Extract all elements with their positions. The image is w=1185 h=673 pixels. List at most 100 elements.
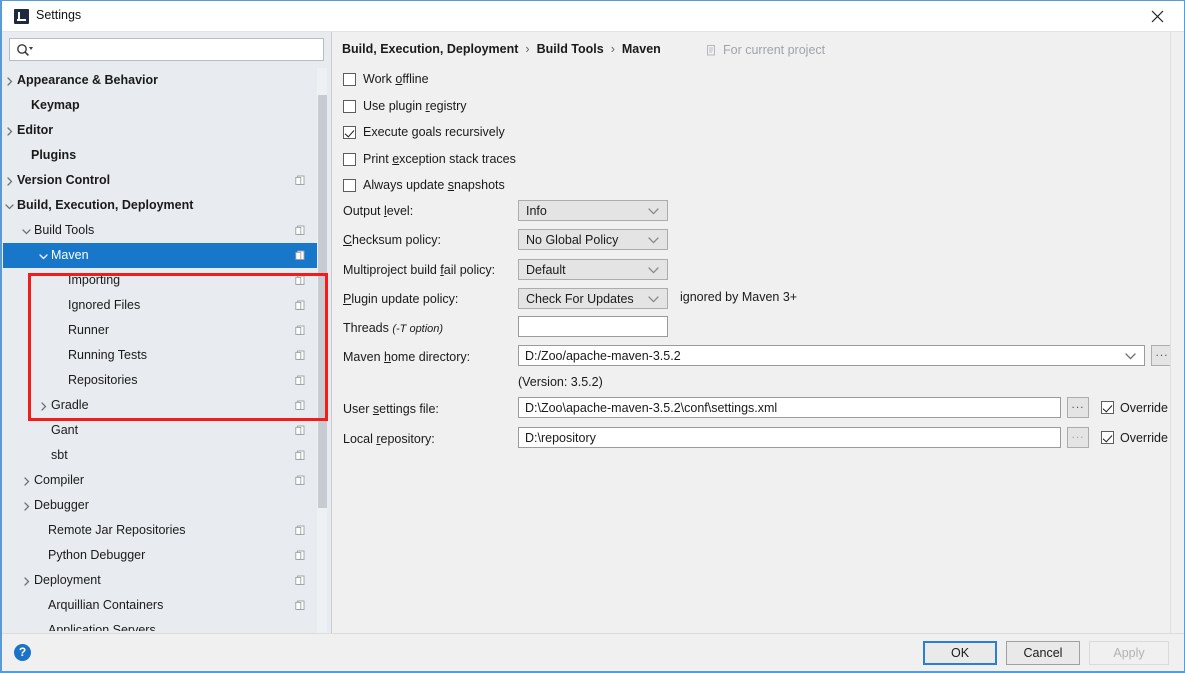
local-repository-label: Local repository: bbox=[343, 432, 435, 446]
browse-dots: ... bbox=[1155, 345, 1169, 359]
chevron-right-icon[interactable] bbox=[39, 402, 48, 411]
sidebar-scrollbar[interactable] bbox=[317, 68, 327, 633]
sidebar-item-build-tools[interactable]: Build Tools bbox=[3, 218, 320, 243]
chevron-down-icon[interactable] bbox=[648, 208, 659, 215]
help-icon[interactable]: ? bbox=[14, 644, 31, 661]
sidebar-item-label: Plugins bbox=[31, 148, 77, 162]
sidebar-item-importing[interactable]: Importing bbox=[3, 268, 320, 293]
browse-dots: ... bbox=[1071, 397, 1085, 411]
combo-note-4: ignored by Maven 3+ bbox=[680, 289, 798, 304]
chevron-down-icon[interactable] bbox=[5, 202, 14, 211]
sidebar-item-appearance-behavior[interactable]: Appearance & Behavior bbox=[3, 68, 320, 93]
sidebar-item-label: Deployment bbox=[34, 573, 101, 587]
sidebar-item-ignored-files[interactable]: Ignored Files bbox=[3, 293, 320, 318]
project-scope-icon bbox=[295, 525, 305, 535]
project-scope-indicator: For current project bbox=[706, 43, 825, 57]
sidebar-item-application-servers[interactable]: Application Servers bbox=[3, 618, 320, 631]
chevron-right-icon[interactable] bbox=[5, 77, 14, 86]
sidebar-item-debugger[interactable]: Debugger bbox=[3, 493, 320, 518]
local-repository-override-checkbox[interactable] bbox=[1101, 431, 1114, 444]
sidebar-item-label: Remote Jar Repositories bbox=[48, 523, 186, 537]
settings-sidebar: Appearance & Behavior Keymap Editor Plugins… bbox=[2, 32, 332, 634]
breadcrumb-item-3[interactable]: Maven bbox=[622, 42, 661, 56]
breadcrumb-separator: › bbox=[525, 42, 530, 56]
sidebar-item-label: Gant bbox=[51, 423, 79, 437]
threads-input[interactable] bbox=[518, 316, 668, 337]
combo-1[interactable]: Info bbox=[518, 200, 668, 221]
breadcrumb-item-2[interactable]: Build Tools bbox=[537, 42, 604, 56]
maven-home-value: D:/Zoo/apache-maven-3.5.2 bbox=[525, 349, 681, 363]
user-settings-input[interactable]: D:\Zoo\apache-maven-3.5.2\conf\settings.… bbox=[518, 397, 1061, 418]
ok-button[interactable]: OK bbox=[923, 641, 997, 665]
search-box[interactable] bbox=[9, 38, 324, 61]
chevron-right-icon[interactable] bbox=[5, 177, 14, 186]
sidebar-item-gradle[interactable]: Gradle bbox=[3, 393, 320, 418]
chevron-down-icon[interactable] bbox=[648, 237, 659, 244]
sidebar-scrollbar-thumb[interactable] bbox=[318, 95, 327, 508]
threads-label: Threads (-T option) bbox=[343, 321, 444, 335]
sidebar-item-running-tests[interactable]: Running Tests bbox=[3, 343, 320, 368]
sidebar-item-build-execution-deployment[interactable]: Build, Execution, Deployment bbox=[3, 193, 320, 218]
combo-value-2: No Global Policy bbox=[526, 233, 619, 248]
chevron-down-icon[interactable] bbox=[1125, 353, 1136, 360]
checkbox-label-2: Use plugin registry bbox=[363, 98, 467, 113]
combo-value-3: Default bbox=[526, 262, 566, 277]
project-scope-icon bbox=[295, 550, 305, 560]
user-settings-browse-button[interactable]: ... bbox=[1067, 397, 1089, 418]
sidebar-item-label: Ignored Files bbox=[68, 298, 141, 312]
sidebar-item-sbt[interactable]: sbt bbox=[3, 443, 320, 468]
sidebar-item-gant[interactable]: Gant bbox=[3, 418, 320, 443]
sidebar-item-arquillian-containers[interactable]: Arquillian Containers bbox=[3, 593, 320, 618]
sidebar-item-label: Runner bbox=[68, 323, 109, 337]
sidebar-item-runner[interactable]: Runner bbox=[3, 318, 320, 343]
sidebar-item-label: Keymap bbox=[31, 98, 80, 112]
checkbox-4[interactable] bbox=[343, 152, 356, 166]
user-settings-label: User settings file: bbox=[343, 402, 439, 416]
sidebar-item-label: Editor bbox=[17, 123, 54, 137]
sidebar-item-editor[interactable]: Editor bbox=[3, 118, 320, 143]
checkbox-5[interactable] bbox=[343, 179, 356, 192]
chevron-right-icon[interactable] bbox=[5, 127, 14, 136]
sidebar-item-version-control[interactable]: Version Control bbox=[3, 168, 320, 193]
sidebar-item-label: Python Debugger bbox=[48, 548, 146, 562]
search-input[interactable] bbox=[40, 41, 320, 58]
checkbox-label-1: Work offline bbox=[363, 72, 429, 86]
project-scope-label: For current project bbox=[723, 43, 826, 57]
sidebar-item-plugins[interactable]: Plugins bbox=[3, 143, 320, 168]
checkbox-3[interactable] bbox=[343, 126, 356, 139]
chevron-right-icon[interactable] bbox=[22, 502, 31, 511]
sidebar-item-python-debugger[interactable]: Python Debugger bbox=[3, 543, 320, 568]
dialog-right-scroll-strip[interactable] bbox=[1170, 32, 1184, 634]
local-repository-override-label: Override bbox=[1120, 431, 1168, 445]
cancel-button[interactable]: Cancel bbox=[1006, 641, 1080, 665]
sidebar-item-keymap[interactable]: Keymap bbox=[3, 93, 320, 118]
chevron-down-icon[interactable] bbox=[39, 252, 48, 261]
checkbox-1[interactable] bbox=[343, 73, 356, 86]
sidebar-item-remote-jar-repositories[interactable]: Remote Jar Repositories bbox=[3, 518, 320, 543]
maven-home-input[interactable]: D:/Zoo/apache-maven-3.5.2 bbox=[518, 345, 1145, 366]
checkbox-2[interactable] bbox=[343, 99, 356, 113]
project-scope-icon bbox=[295, 475, 305, 485]
combo-4[interactable]: Check For Updates bbox=[518, 287, 668, 309]
project-scope-icon bbox=[295, 600, 305, 610]
combo-2[interactable]: No Global Policy bbox=[518, 229, 668, 251]
chevron-down-icon[interactable] bbox=[648, 296, 659, 303]
chevron-down-icon[interactable] bbox=[22, 227, 31, 236]
user-settings-override-checkbox[interactable] bbox=[1101, 401, 1114, 414]
sidebar-item-maven[interactable]: Maven bbox=[3, 243, 320, 268]
local-repository-browse-button[interactable]: ... bbox=[1067, 427, 1089, 448]
project-scope-icon bbox=[295, 225, 305, 235]
combo-3[interactable]: Default bbox=[518, 258, 668, 280]
local-repository-input[interactable]: D:\repository bbox=[518, 427, 1061, 448]
settings-tree[interactable]: Appearance & Behavior Keymap Editor Plugins… bbox=[3, 68, 320, 633]
sidebar-item-deployment[interactable]: Deployment bbox=[3, 568, 320, 593]
chevron-right-icon[interactable] bbox=[22, 477, 31, 486]
chevron-down-icon[interactable] bbox=[648, 266, 659, 274]
sidebar-item-compiler[interactable]: Compiler bbox=[3, 468, 320, 493]
close-button[interactable] bbox=[1139, 4, 1177, 29]
sidebar-item-label: Repositories bbox=[68, 373, 138, 387]
breadcrumb-item-1[interactable]: Build, Execution, Deployment bbox=[342, 42, 518, 56]
maven-home-label: Maven home directory: bbox=[343, 350, 471, 364]
sidebar-item-repositories[interactable]: Repositories bbox=[3, 368, 320, 393]
chevron-right-icon[interactable] bbox=[22, 577, 31, 586]
